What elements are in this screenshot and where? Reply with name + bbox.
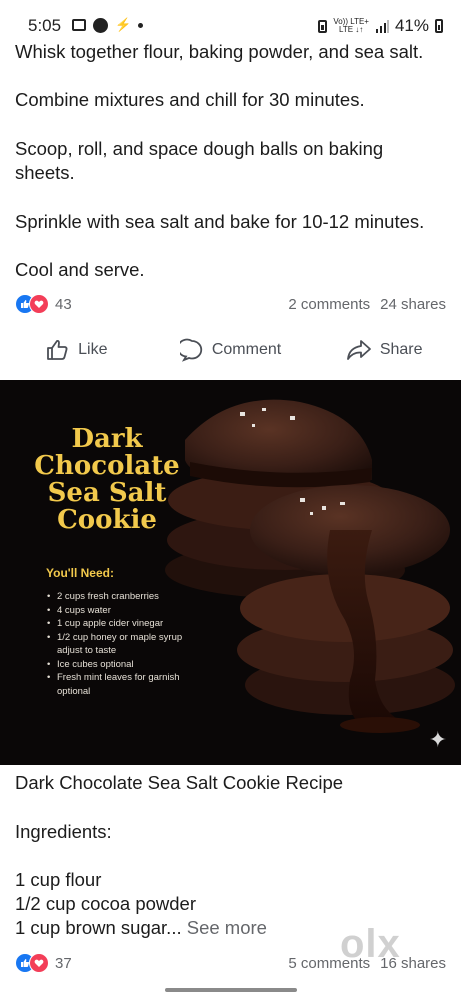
like-icon: [47, 340, 68, 360]
post1-action-bar: Like Comment Share: [0, 328, 461, 372]
like-label: Like: [78, 341, 108, 358]
network-label: Vo)) LTE+ LTE ↓↑: [333, 18, 369, 34]
gallery-icon: [72, 19, 86, 31]
notification-icons: ⚡: [72, 17, 144, 33]
olx-watermark-logo: olx: [340, 922, 401, 966]
post2-line-1: 1 cup flour: [15, 869, 102, 890]
post1-paragraph-3: Scoop, roll, and space dough balls on ba…: [15, 138, 384, 183]
comment-button[interactable]: Comment: [154, 328, 308, 372]
card-title-line: Sea Salt: [47, 478, 167, 508]
signal-icon: [375, 19, 389, 33]
post1-paragraph-4: Sprinkle with sea salt and bake for 10-1…: [15, 211, 425, 232]
like-button[interactable]: Like: [0, 328, 154, 372]
card-ingredient: 1/2 cup honey or maple syrup adjust to t…: [47, 631, 197, 658]
status-time: 5:05: [28, 16, 62, 35]
love-reaction-icon: [29, 953, 49, 973]
shares-count[interactable]: 24 shares: [380, 296, 446, 313]
you-need-heading: You'll Need:: [46, 566, 114, 580]
post2-line-2: 1/2 cup cocoa powder: [15, 893, 197, 914]
post1-reactions[interactable]: 43: [15, 294, 72, 314]
card-ingredient: Fresh mint leaves for garnish optional: [47, 671, 197, 698]
recipe-image[interactable]: Dark Chocolate Sea Salt Cookie You'll Ne…: [0, 380, 461, 765]
sparkle-icon: ✦: [428, 727, 447, 752]
battery-icon: [435, 19, 443, 33]
gesture-nav-bar[interactable]: [165, 988, 297, 992]
card-ingredient: 1 cup apple cider vinegar: [47, 617, 197, 631]
status-bar: 5:05 ⚡ Vo)) LTE+ LTE ↓↑ 41%: [0, 0, 461, 40]
card-title-line: Chocolate: [34, 451, 180, 481]
card-ingredient-list: 2 cups fresh cranberries 4 cups water 1 …: [47, 590, 197, 698]
more-dot-icon: [138, 22, 144, 28]
network-bottom: LTE ↓↑: [338, 25, 364, 34]
card-title-line: Dark: [71, 424, 143, 454]
share-icon: [346, 340, 371, 360]
share-label: Share: [379, 341, 423, 358]
card-ingredient: 2 cups fresh cranberries: [47, 590, 197, 604]
comment-label: Comment: [211, 341, 282, 358]
post1-paragraph-2: Combine mixtures and chill for 30 minute…: [15, 89, 365, 110]
messenger-icon: [93, 17, 108, 33]
post1-stats: 2 comments 24 shares: [288, 296, 446, 313]
card-ingredient: Ice cubes optional: [47, 658, 197, 672]
battery-saver-icon: [318, 19, 328, 33]
comments-count[interactable]: 2 comments: [288, 296, 370, 313]
card-title-line: Cookie: [57, 505, 157, 535]
post2-ingredients-label: Ingredients:: [15, 821, 112, 842]
love-reaction-icon: [29, 294, 49, 314]
post2-reactions[interactable]: 37: [15, 953, 72, 973]
system-icons: Vo)) LTE+ LTE ↓↑ 41%: [318, 16, 443, 36]
battery-percent: 41%: [394, 16, 429, 35]
comment-icon: [179, 338, 202, 362]
reaction-count: 37: [55, 954, 72, 972]
reaction-count: 43: [55, 295, 72, 313]
post2-title: Dark Chocolate Sea Salt Cookie Recipe: [15, 772, 344, 793]
post1-paragraph-1: Whisk together flour, baking powder, and…: [15, 41, 424, 62]
see-more-link[interactable]: See more: [187, 917, 267, 938]
post1-paragraph-5: Cool and serve.: [15, 259, 145, 280]
card-title: Dark Chocolate Sea Salt Cookie: [22, 426, 192, 534]
bolt-icon: ⚡: [115, 17, 132, 32]
share-button[interactable]: Share: [307, 328, 461, 372]
card-ingredient: 4 cups water: [47, 604, 197, 618]
post2-line-3-text: 1 cup brown sugar...: [15, 917, 182, 938]
